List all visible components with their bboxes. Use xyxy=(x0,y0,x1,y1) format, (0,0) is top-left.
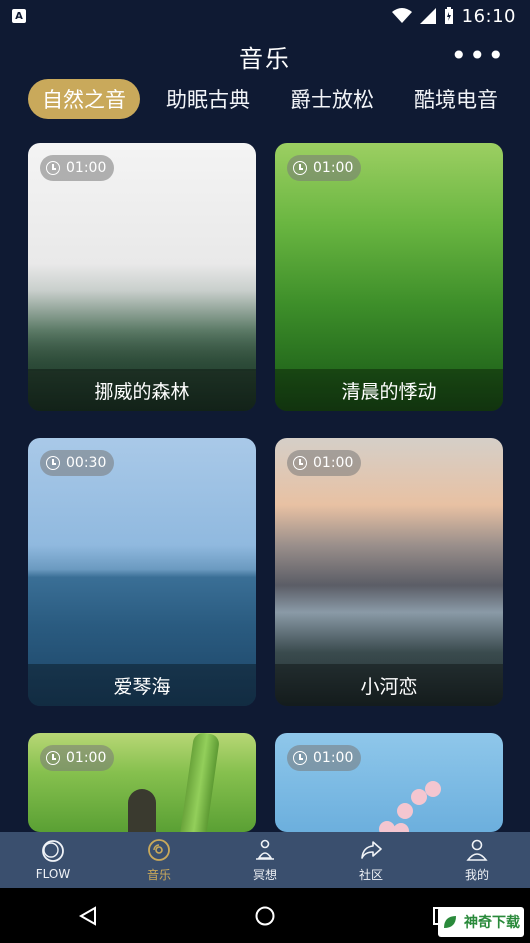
music-card[interactable]: 00:30 爱琴海 xyxy=(28,438,256,706)
status-time: 16:10 xyxy=(461,5,516,27)
system-navigation-bar: 神奇下载 xyxy=(0,888,530,943)
tab-sleep-classical[interactable]: 助眠古典 xyxy=(152,79,264,119)
plant-stem-image xyxy=(177,733,221,832)
music-card[interactable]: 01:00 xyxy=(28,733,256,832)
music-card[interactable]: 01:00 xyxy=(275,733,503,832)
duration-badge: 01:00 xyxy=(40,745,115,771)
home-button[interactable] xyxy=(249,900,281,932)
timer-icon xyxy=(293,751,307,765)
blossom-image xyxy=(371,773,461,832)
music-card[interactable]: 01:00 小河恋 xyxy=(275,438,503,706)
battery-icon xyxy=(444,7,453,24)
music-card[interactable]: 01:00 挪威的森林 xyxy=(28,143,256,411)
app-notification-icon: A xyxy=(12,9,26,23)
music-card[interactable]: 01:00 清晨的悸动 xyxy=(275,143,503,411)
home-circle-icon xyxy=(255,906,275,925)
tab-nature-sounds[interactable]: 自然之音 xyxy=(28,79,140,119)
tab-music[interactable]: 音乐 xyxy=(114,838,204,883)
category-tabs: 自然之音 助眠古典 爵士放松 酷境电音 xyxy=(0,78,530,120)
flow-circle-icon xyxy=(42,840,64,862)
more-options-icon[interactable]: ••• xyxy=(450,42,506,70)
page-title: 音乐 xyxy=(239,44,291,73)
share-arrow-icon xyxy=(361,840,382,859)
duration-badge: 01:00 xyxy=(287,155,362,181)
duration-badge: 01:00 xyxy=(40,155,115,181)
timer-icon xyxy=(293,161,307,175)
tab-flow[interactable]: FLOW xyxy=(8,839,98,881)
status-bar: A 16:10 xyxy=(0,0,530,32)
card-title: 小河恋 xyxy=(275,664,503,706)
card-title: 爱琴海 xyxy=(28,664,256,706)
signal-icon xyxy=(419,8,436,24)
back-button[interactable] xyxy=(72,900,104,932)
leaf-logo-icon xyxy=(444,916,456,928)
tab-profile[interactable]: 我的 xyxy=(432,838,522,883)
back-triangle-icon xyxy=(79,905,97,926)
bottom-tab-bar: FLOW 音乐 冥想 社区 我的 xyxy=(0,832,530,888)
meditation-icon xyxy=(256,839,274,860)
timer-icon xyxy=(46,456,60,470)
duration-badge: 01:00 xyxy=(287,450,362,476)
card-title: 挪威的森林 xyxy=(28,369,256,411)
duration-badge: 00:30 xyxy=(40,450,115,476)
tab-community[interactable]: 社区 xyxy=(326,838,416,883)
watermark-logo: 神奇下载 xyxy=(438,907,524,937)
card-title: 清晨的悸动 xyxy=(275,369,503,411)
person-icon xyxy=(466,839,488,861)
disc-icon xyxy=(148,838,170,861)
timer-icon xyxy=(46,751,60,765)
tab-cool-electronic[interactable]: 酷境电音 xyxy=(400,79,512,119)
duration-badge: 01:00 xyxy=(287,745,362,771)
page-header: 音乐 ••• xyxy=(0,34,530,78)
tab-jazz-relax[interactable]: 爵士放松 xyxy=(276,79,388,119)
wifi-icon xyxy=(391,8,412,23)
timer-icon xyxy=(293,456,307,470)
timer-icon xyxy=(46,161,60,175)
tab-meditation[interactable]: 冥想 xyxy=(220,838,310,883)
insect-image xyxy=(128,789,156,832)
